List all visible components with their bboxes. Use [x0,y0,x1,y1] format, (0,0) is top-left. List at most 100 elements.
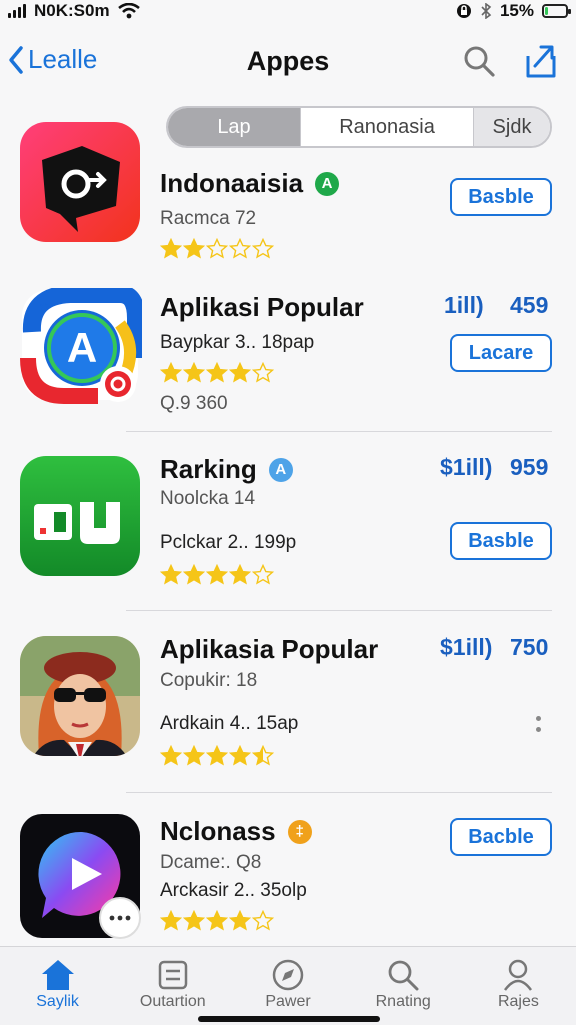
app-meta: Noolcka 14 [160,488,256,509]
star-icon [160,745,182,766]
app-price: $1ill) [440,454,493,480]
star-icon [229,362,251,383]
divider [126,431,552,432]
app-name-container: Aplikasia Popular [160,634,378,665]
battery-percent: 15% [499,1,534,20]
share-icon [526,45,556,78]
app-icon [20,456,140,576]
star-rating [160,745,274,766]
list-icon [158,960,188,990]
lock-rotation-icon [456,4,471,18]
tab-rajes[interactable]: Rajes [461,947,576,1025]
divider [126,610,552,611]
star-icon [229,745,251,766]
segment-ranonasia[interactable]: Ranonasia [301,108,474,146]
star-icon [206,910,228,931]
wifi-icon [117,3,140,19]
app-meta: Copukir: 18 [160,670,258,691]
status-bar: N0K:S0m 15% [0,0,576,22]
star-rating [160,910,274,931]
star-rating [160,362,274,383]
app-name-container: Nclonass ‡ [160,816,312,847]
segment-lap[interactable]: Lap [168,108,301,146]
star-icon [206,238,228,259]
app-icon [20,636,140,756]
tab-label: Outartion [139,993,206,1010]
app-meta: Dcame:. Q8 [160,852,262,873]
battery-icon [542,4,571,18]
tab-label: Rajes [497,993,539,1010]
svg-text:A: A [67,324,97,371]
star-icon [183,745,205,766]
star-icon [160,238,182,259]
app-badge: A [268,457,293,482]
tab-label: Pawer [265,993,311,1010]
app-name-container: Indonaaisia A [160,168,340,199]
app-name: Nclonass [160,816,276,846]
app-icon: A * [20,285,145,408]
tab-rnating[interactable]: Rnating [346,947,461,1025]
letter-a-icon: A * [20,285,145,404]
star-icon [183,362,205,383]
app-badge: A [315,171,340,196]
app-name: Indonaaisia [160,168,304,198]
app-footer: Q.9 360 [160,393,228,414]
star-icon [252,362,274,383]
star-icon [229,238,251,259]
home-icon [41,960,74,990]
app-meta-2: Pclckar 2.. 199p [160,532,297,553]
search-button[interactable] [462,44,496,83]
app-name-container: Rarking A [160,454,293,485]
star-icon [229,564,251,585]
star-icon [206,745,228,766]
segment-sjdk[interactable]: Sjdk [474,108,550,146]
app-count: 750 [510,634,549,660]
app-meta: Baypkar 3.. 18pap [160,332,315,353]
app-name: Aplikasi Popular [160,292,364,322]
tab-outartion[interactable]: Outartion [115,947,230,1025]
tab-label: Rnating [375,993,431,1010]
star-rating [160,238,274,259]
app-price: 1ill) [444,292,484,318]
compass-icon [272,959,304,991]
app-action-button[interactable]: Lacare [450,334,552,372]
tab-label: Saylik [36,993,79,1010]
star-icon [160,564,182,585]
star-icon [229,910,251,931]
back-label: Lealle [28,44,98,74]
app-action-button[interactable]: Basble [450,178,552,216]
app-action-button[interactable]: Basble [450,522,552,560]
star-icon [252,238,274,259]
tab-pawer[interactable]: Pawer [230,947,345,1025]
app-count: 459 [510,292,549,318]
tab-saylik[interactable]: Saylik [0,947,115,1025]
app-badge: ‡ [287,819,312,844]
segmented-control: Lap Ranonasia Sjdk [166,106,552,148]
star-rating [160,564,274,585]
signal-icon [8,4,26,18]
app-price: $1ill) [440,634,493,660]
person-photo-icon [20,636,140,756]
star-icon [206,564,228,585]
star-icon [160,362,182,383]
battery-level [545,7,548,15]
app-name-container: Aplikasi Popular [160,292,364,323]
share-button[interactable] [524,42,558,85]
tab-bar: Saylik Outartion Pawer Rnating Rajes [0,946,576,1025]
more-options-icon[interactable] [530,716,546,732]
carrier-label: N0K:S0m [34,1,110,20]
home-indicator [198,1016,380,1022]
app-meta-2: Ardkain 4.. 15ap [160,713,299,734]
chevron-left-icon [9,45,23,74]
back-button[interactable]: Lealle [8,44,97,75]
star-icon [160,910,182,931]
app-meta-2: Arckasir 2.. 35olp [160,880,307,901]
app-name: Aplikasia Popular [160,634,379,664]
search-icon [464,46,495,77]
star-icon [252,910,274,931]
star-icon [183,564,205,585]
app-count: 959 [510,454,549,480]
bluetooth-icon [481,3,492,19]
star-icon [252,745,274,766]
app-action-button[interactable]: Bacble [450,818,552,856]
